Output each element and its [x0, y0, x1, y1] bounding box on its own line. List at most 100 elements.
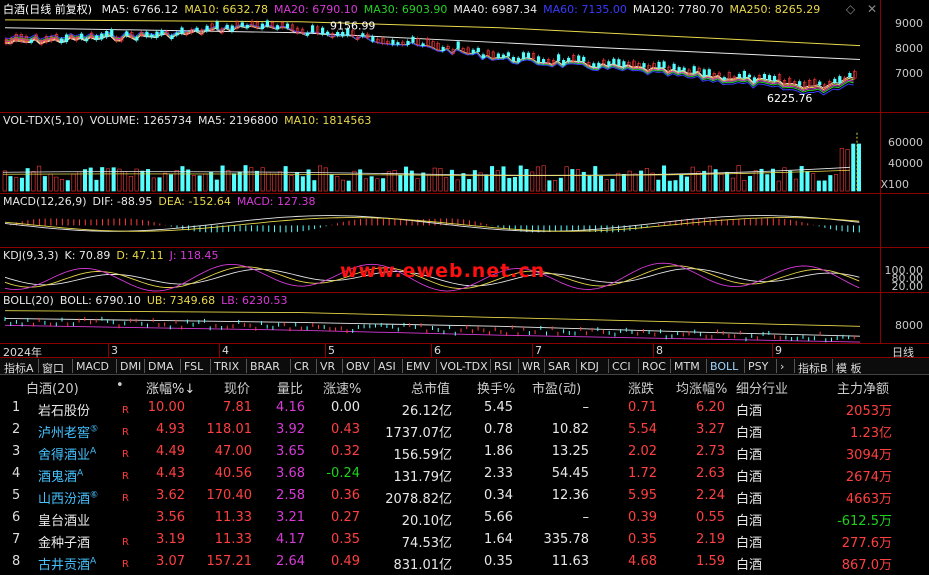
tab-vr[interactable]: VR [320, 360, 335, 373]
tab-dma[interactable]: DMA [148, 360, 174, 373]
macd-panel[interactable]: MACD(12,26,9) DIF: -88.95 DEA: -152.64 MACD… [0, 194, 929, 248]
legend-item: KDJ(9,3,3) [3, 249, 59, 262]
stock-name[interactable]: 古井贡酒A [38, 554, 96, 573]
cell-turnover: 1.64 [484, 532, 513, 547]
cell-industry: 白酒 [736, 470, 763, 485]
cell-turnover: 5.66 [484, 510, 513, 525]
tab-kdj[interactable]: KDJ [580, 360, 599, 373]
table-row[interactable]: 6 皇台酒业 3.56 11.33 3.21 0.27 20.10亿 5.66–0.39 0.5… [0, 507, 929, 529]
header-market-cap[interactable]: 总市值 [411, 378, 450, 397]
cell-avg: 6.20 [696, 400, 725, 415]
table-row[interactable]: 7 金种子酒 R 3.19 11.33 4.17 0.35 74.53亿 1.64 335.78 0… [0, 529, 929, 551]
header-net-inflow[interactable]: 主力净额 [837, 378, 889, 397]
cell-net: 1.23亿 [850, 426, 892, 441]
cell-avg: 2.63 [696, 466, 725, 481]
tab-cr[interactable]: CR [294, 360, 309, 373]
table-row[interactable]: 8 古井贡酒A R 3.07 157.21 2.64 0.49 831.01亿 0.35 11.6… [0, 551, 929, 573]
header-diff[interactable]: 涨跌 [628, 378, 654, 397]
tab-指标b[interactable]: 指标B [798, 360, 828, 376]
tab-boll[interactable]: BOLL [710, 360, 738, 373]
diamond-icon[interactable]: ◇ [846, 2, 855, 16]
tab-sar[interactable]: SAR [548, 360, 570, 373]
table-row[interactable]: 1 岩石股份 R 10.00 7.81 4.16 0.00 26.12亿 5.45–0.71 6.… [0, 397, 929, 419]
stock-name[interactable]: 泸州老窖⑤ [38, 422, 98, 441]
header-change-pct[interactable]: 涨幅%↓ [146, 378, 195, 397]
close-icon[interactable]: ✕ [867, 2, 877, 16]
table-row[interactable]: 2 泸州老窖⑤ R 4.93 118.01 3.92 0.43 1737.07亿 0.78 10.… [0, 419, 929, 441]
tab-macd[interactable]: MACD [76, 360, 109, 373]
header-avg-change[interactable]: 均涨幅% [676, 378, 727, 397]
tab-obv[interactable]: OBV [346, 360, 369, 373]
tab-模板[interactable]: 模 板 [836, 360, 862, 376]
legend-item: MA120: 7780.70 [632, 3, 724, 16]
header-volume-ratio[interactable]: 量比 [277, 378, 303, 397]
boll-scale: 8000 [880, 293, 929, 343]
tab-trix[interactable]: TRIX [214, 360, 239, 373]
header-turnover[interactable]: 换手% [477, 378, 515, 397]
row-index: 1 [12, 400, 21, 415]
cell-industry: 白酒 [736, 492, 763, 507]
header-industry[interactable]: 细分行业 [736, 378, 788, 397]
cell-speed: 0.49 [331, 554, 360, 569]
legend-item: MA20: 6790.10 [274, 3, 358, 16]
table-row[interactable]: 5 山西汾酒⑥ R 3.62 170.40 2.58 0.36 2078.82亿 0.34 12.… [0, 485, 929, 507]
tab-psy[interactable]: PSY [748, 360, 768, 373]
cell-net: 2674万 [845, 470, 892, 485]
cell-industry: 白酒 [736, 448, 763, 463]
row-index: 5 [12, 488, 21, 503]
tab-wr[interactable]: WR [522, 360, 541, 373]
legend-item: MA5: 2196800 [197, 114, 279, 127]
stock-name[interactable]: 岩石股份 [38, 400, 90, 419]
tab-brar[interactable]: BRAR [250, 360, 280, 373]
stock-name[interactable]: 皇台酒业 [38, 510, 90, 529]
cell-net: 4663万 [845, 492, 892, 507]
volume-panel[interactable]: VOL-TDX(5,10) VOLUME: 1265734 MA5: 2196800… [0, 113, 929, 194]
legend-item: K: 70.89 [64, 249, 111, 262]
tab-cci[interactable]: CCI [612, 360, 631, 373]
cell-turnover: 2.33 [484, 466, 513, 481]
cell-avg: 2.24 [696, 488, 725, 503]
cell-turnover: 0.35 [484, 554, 513, 569]
window-controls[interactable]: ◇ ✕ [838, 2, 877, 16]
header-speed[interactable]: 涨速% [323, 378, 361, 397]
tab-emv[interactable]: EMV [406, 360, 430, 373]
kdj-tick: 20.00 [891, 280, 924, 293]
price-tick: 9000 [895, 17, 923, 30]
boll-panel[interactable]: BOLL(20) BOLL: 6790.10 UB: 7349.68 LB: 6230… [0, 293, 929, 344]
stock-name[interactable]: 山西汾酒⑥ [38, 488, 98, 507]
row-index: 8 [12, 554, 21, 569]
legend-item: MA40: 6987.34 [453, 3, 538, 16]
cell-avg: 0.55 [696, 510, 725, 525]
header-price[interactable]: 现价 [224, 378, 250, 397]
tab-asi[interactable]: ASI [378, 360, 396, 373]
legend-item: MACD(12,26,9) [3, 195, 87, 208]
legend-item: BOLL: 6790.10 [59, 294, 141, 307]
tab-rsi[interactable]: RSI [494, 360, 512, 373]
date-month: 7 [535, 344, 542, 357]
macd-legend: MACD(12,26,9) DIF: -88.95 DEA: -152.64 MACD… [3, 195, 322, 208]
tab-vol-tdx[interactable]: VOL-TDX [440, 360, 488, 373]
tab-fsl[interactable]: FSL [184, 360, 203, 373]
table-header: 白酒(20) • 涨幅%↓ 现价 量比 涨速% 总市值 换手% 市盈(动) 涨跌… [0, 376, 929, 397]
low-label: 6225.76 [767, 92, 812, 105]
header-pe[interactable]: 市盈(动) [532, 378, 581, 397]
tab-more[interactable]: › [780, 360, 784, 373]
cell-turnover: 5.45 [484, 400, 513, 415]
cell-speed: 0.35 [331, 532, 360, 547]
tab-roc[interactable]: ROC [642, 360, 666, 373]
stock-name[interactable]: 舍得酒业A [38, 444, 96, 463]
stock-name[interactable]: 酒鬼酒A [38, 466, 83, 485]
stock-name[interactable]: 金种子酒 [38, 532, 90, 551]
header-sector[interactable]: 白酒(20) [26, 378, 79, 397]
tab-窗口[interactable]: 窗口 [42, 360, 64, 376]
tab-指标a[interactable]: 指标A [4, 360, 34, 376]
cell-net: 2053万 [845, 404, 892, 419]
row-index: 3 [12, 444, 21, 459]
legend-item: MA10: 1814563 [284, 114, 372, 127]
tab-mtm[interactable]: MTM [674, 360, 700, 373]
table-row[interactable]: 4 酒鬼酒A R 4.43 40.56 3.68 -0.24 131.79亿 2.33 54.45… [0, 463, 929, 485]
tab-dmi[interactable]: DMI [120, 360, 141, 373]
volume-tick: 40000 [888, 157, 923, 170]
price-panel[interactable]: 白酒(日线 前复权) MA5: 6766.12 MA10: 6632.78 MA20… [0, 0, 929, 113]
table-row[interactable]: 3 舍得酒业A R 4.49 47.00 3.65 0.32 156.59亿 1.86 13.25… [0, 441, 929, 463]
